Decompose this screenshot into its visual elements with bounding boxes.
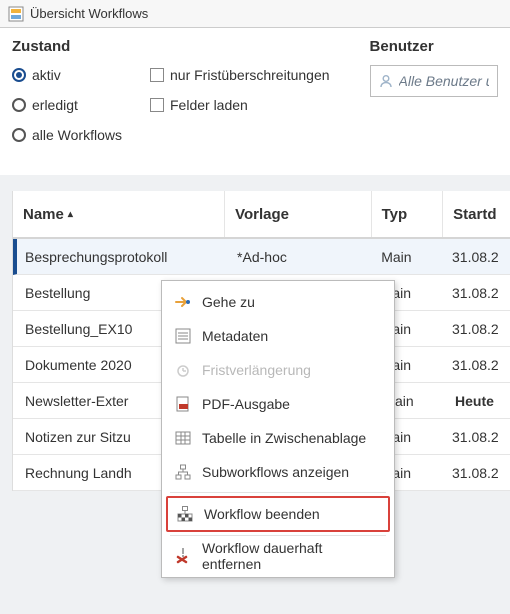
- menu-item-frist: Fristverlängerung: [166, 353, 390, 387]
- col-header-name[interactable]: Name: [13, 191, 225, 237]
- benutzer-group: Benutzer Alle Benutzer und Gr: [370, 38, 498, 145]
- cell-startdatum: 31.08.2: [440, 249, 510, 265]
- menu-item-pdf[interactable]: PDF-Ausgabe: [166, 387, 390, 421]
- cell-name: Besprechungsprotokoll: [17, 249, 225, 265]
- del-icon: [174, 547, 192, 565]
- cell-startdatum: 31.08.2: [440, 429, 510, 445]
- radio-icon: [12, 68, 26, 82]
- cell-startdatum: Heute: [443, 393, 510, 409]
- zustand-group: Zustand aktiv erledigt alle Workflows: [12, 38, 330, 145]
- col-header-label: Vorlage: [235, 206, 289, 223]
- menu-item-end[interactable]: Workflow beenden: [166, 496, 390, 532]
- user-select-placeholder: Alle Benutzer und Gr: [399, 73, 489, 89]
- col-header-typ[interactable]: Typ: [372, 191, 444, 237]
- context-menu: Gehe zu Metadaten Fristverlängerung PDF-Aus…: [161, 280, 395, 578]
- radio-erledigt[interactable]: erledigt: [12, 95, 122, 115]
- col-header-label: Typ: [382, 206, 408, 223]
- check-label: Felder laden: [170, 97, 248, 113]
- window-title-bar: Übersicht Workflows: [0, 0, 510, 28]
- radio-aktiv[interactable]: aktiv: [12, 65, 122, 85]
- menu-item-del[interactable]: Workflow dauerhaft entfernen: [166, 539, 390, 573]
- cell-startdatum: 31.08.2: [440, 465, 510, 481]
- table-row[interactable]: Besprechungsprotokoll*Ad-hocMain31.08.2: [13, 239, 510, 275]
- checkbox-icon: [150, 98, 164, 112]
- menu-separator: [170, 535, 386, 536]
- user-select[interactable]: Alle Benutzer und Gr: [370, 65, 498, 97]
- zustand-heading: Zustand: [12, 38, 330, 55]
- menu-item-table[interactable]: Tabelle in Zwischenablage: [166, 421, 390, 455]
- col-header-label: Startd: [453, 206, 496, 223]
- radio-label: erledigt: [32, 97, 78, 113]
- window-title: Übersicht Workflows: [30, 6, 148, 21]
- radio-icon: [12, 128, 26, 142]
- cell-startdatum: 31.08.2: [440, 285, 510, 301]
- frist-icon: [174, 361, 192, 379]
- meta-icon: [174, 327, 192, 345]
- col-header-vorlage[interactable]: Vorlage: [225, 191, 372, 237]
- checkbox-icon: [150, 68, 164, 82]
- check-label: nur Fristüberschreitungen: [170, 67, 330, 83]
- table-icon: [174, 429, 192, 447]
- col-header-label: Name: [23, 206, 64, 223]
- menu-item-label: Tabelle in Zwischenablage: [202, 430, 366, 446]
- cell-vorlage: *Ad-hoc: [225, 249, 369, 265]
- menu-item-label: Fristverlängerung: [202, 362, 311, 378]
- menu-item-meta[interactable]: Metadaten: [166, 319, 390, 353]
- check-felder-laden[interactable]: Felder laden: [150, 95, 330, 115]
- pdf-icon: [174, 395, 192, 413]
- radio-label: alle Workflows: [32, 127, 122, 143]
- menu-item-label: Workflow beenden: [204, 506, 320, 522]
- check-frist[interactable]: nur Fristüberschreitungen: [150, 65, 330, 85]
- cell-startdatum: 31.08.2: [440, 357, 510, 373]
- menu-separator: [170, 492, 386, 493]
- menu-item-label: Workflow dauerhaft entfernen: [202, 540, 382, 572]
- menu-item-goto[interactable]: Gehe zu: [166, 285, 390, 319]
- filter-panel: Zustand aktiv erledigt alle Workflows: [0, 28, 510, 175]
- benutzer-heading: Benutzer: [370, 38, 498, 55]
- grid-header: Name Vorlage Typ Startd: [13, 191, 510, 239]
- sub-icon: [174, 463, 192, 481]
- radio-alle-workflows[interactable]: alle Workflows: [12, 125, 122, 145]
- radio-icon: [12, 98, 26, 112]
- menu-item-label: Subworkflows anzeigen: [202, 464, 349, 480]
- menu-item-label: Gehe zu: [202, 294, 255, 310]
- end-icon: [176, 505, 194, 523]
- radio-label: aktiv: [32, 67, 61, 83]
- menu-item-label: Metadaten: [202, 328, 268, 344]
- cell-startdatum: 31.08.2: [440, 321, 510, 337]
- goto-icon: [174, 293, 192, 311]
- user-icon: [379, 74, 393, 88]
- cell-typ: Main: [369, 249, 440, 265]
- app-icon: [8, 6, 24, 22]
- menu-item-sub[interactable]: Subworkflows anzeigen: [166, 455, 390, 489]
- menu-item-label: PDF-Ausgabe: [202, 396, 290, 412]
- col-header-startdatum[interactable]: Startd: [443, 191, 510, 237]
